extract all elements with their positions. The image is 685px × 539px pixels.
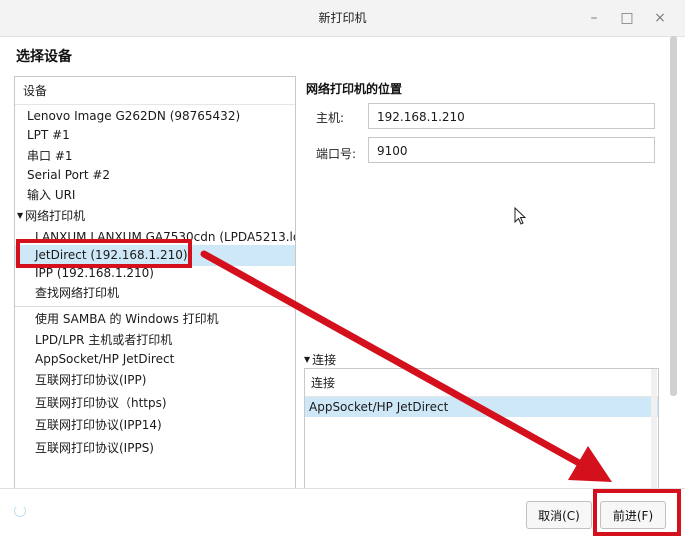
annotation-arrow-icon [200,250,612,482]
